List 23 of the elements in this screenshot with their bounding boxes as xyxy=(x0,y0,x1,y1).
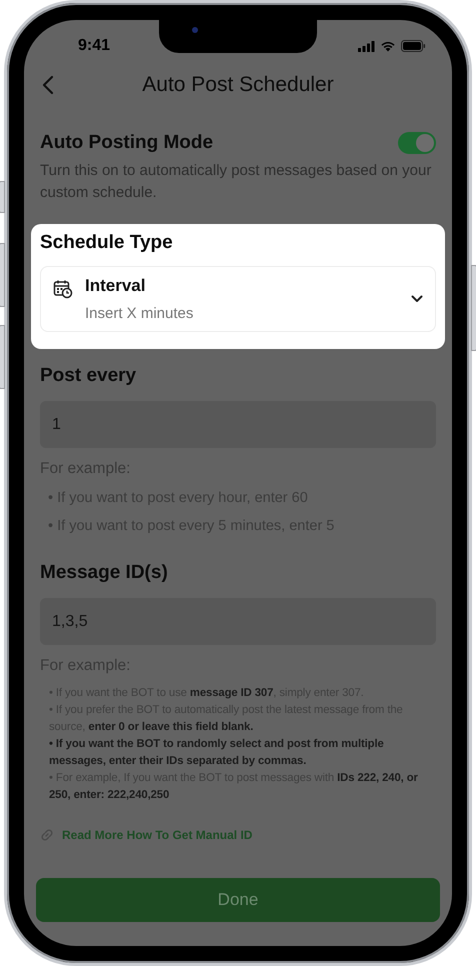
option-label: Interval xyxy=(85,276,146,296)
battery-icon xyxy=(401,40,426,52)
schedule-type-dropdown[interactable]: Interval Insert X minutes xyxy=(40,266,436,332)
example-text: • If you want the BOT to randomly select and post from multiple messages, enter their IDs separated by commas. xyxy=(49,737,385,769)
field-label: Message ID(s) xyxy=(40,562,169,584)
wifi-icon xyxy=(380,40,396,52)
page-title: Auto Post Scheduler xyxy=(141,73,335,97)
link-icon xyxy=(40,828,54,842)
status-time: 9:41 xyxy=(78,37,110,55)
toggle-switch[interactable] xyxy=(398,132,436,154)
input-field[interactable]: 1 xyxy=(40,401,436,448)
signal-icon xyxy=(358,40,375,52)
camera-icon xyxy=(192,27,198,33)
input-field[interactable]: 1,3,5 xyxy=(40,598,436,645)
done-button[interactable]: Done xyxy=(36,878,440,922)
back-button[interactable] xyxy=(40,73,56,97)
section-title: Schedule Type xyxy=(40,232,174,254)
manual-id-link[interactable]: Read More How To Get Manual ID xyxy=(62,828,252,842)
calendar-clock-icon xyxy=(53,279,73,299)
section-title: Auto Posting Mode xyxy=(40,132,214,154)
field-label: Post every xyxy=(40,365,138,387)
chevron-down-icon xyxy=(411,295,423,303)
option-hint: Insert X minutes xyxy=(85,305,194,322)
